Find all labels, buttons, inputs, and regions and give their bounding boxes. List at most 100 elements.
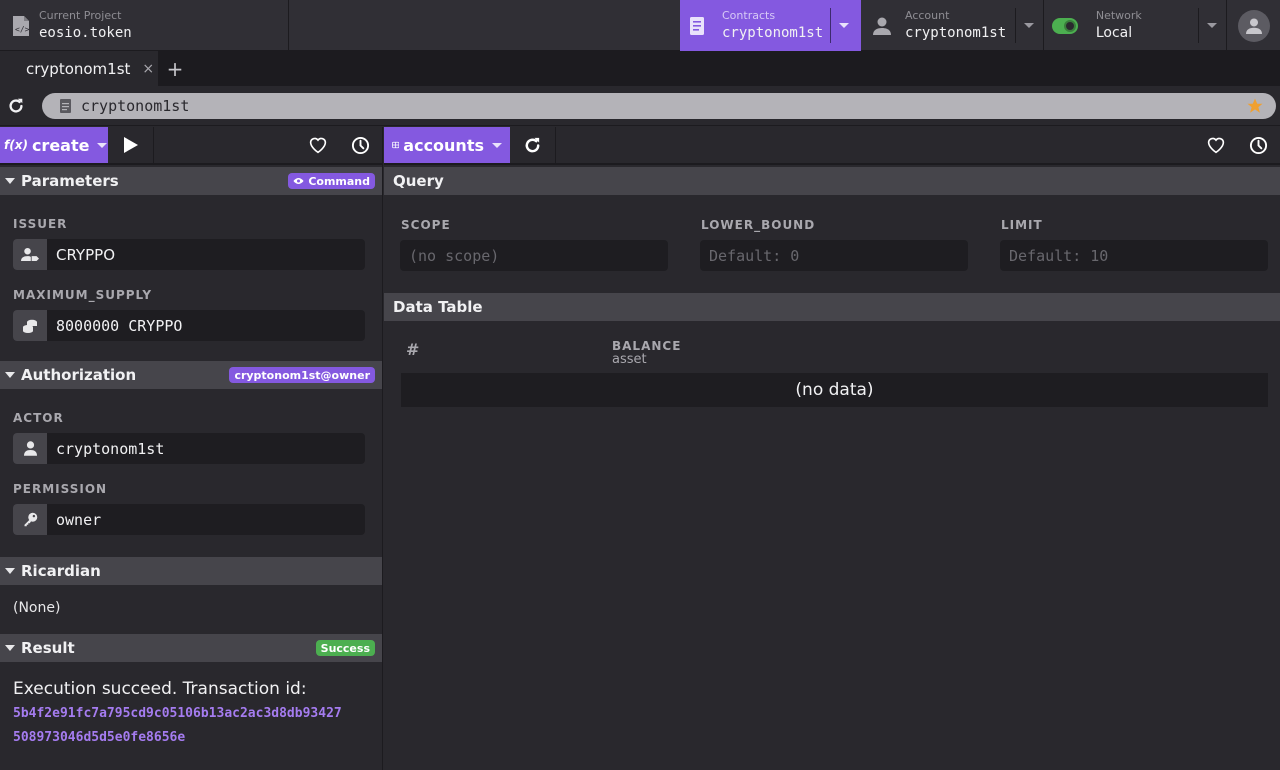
command-badge-label: Command: [308, 174, 370, 188]
add-tab-button[interactable]: +: [158, 51, 192, 86]
favorite-button[interactable]: [1194, 127, 1237, 163]
limit-label: LIMIT: [1001, 218, 1043, 232]
user-icon: [865, 17, 899, 35]
network-label: Network: [1095, 9, 1142, 22]
data-table: # BALANCE asset (no data): [384, 321, 1280, 421]
key-icon: [13, 504, 47, 535]
heart-icon: [309, 137, 326, 154]
query-section-header: Query: [384, 167, 1280, 195]
authorization-title: Authorization: [21, 366, 137, 384]
function-icon: f(x): [4, 138, 28, 152]
contracts-selector[interactable]: Contracts cryptonom1st: [680, 0, 861, 51]
action-panel: f(x) create Parameters Command ISSUER CR…: [0, 127, 383, 770]
query-title: Query: [393, 172, 444, 190]
data-table-title: Data Table: [393, 298, 483, 316]
account-label: Account: [905, 9, 950, 22]
permission-value: owner: [56, 510, 102, 529]
ricardian-title: Ricardian: [21, 562, 101, 580]
maximum-supply-field[interactable]: 8000000 CRYPPO: [13, 310, 365, 341]
parameters-title: Parameters: [21, 172, 119, 190]
command-badge[interactable]: Command: [288, 173, 375, 189]
user-tag-icon: [13, 239, 47, 270]
network-value: Local: [1095, 25, 1133, 41]
result-section-header[interactable]: Result Success: [0, 634, 382, 662]
favorite-button[interactable]: [296, 127, 339, 163]
maximum-supply-value: 8000000 CRYPPO: [56, 316, 183, 335]
action-selector[interactable]: f(x) create: [0, 127, 108, 163]
no-data-text: (no data): [795, 380, 874, 400]
current-project-label: Current Project: [39, 9, 122, 22]
collapse-caret-icon: [5, 372, 15, 378]
ricardian-section-header[interactable]: Ricardian: [0, 557, 382, 585]
lower-bound-label: LOWER_BOUND: [701, 218, 816, 232]
history-button[interactable]: [339, 127, 382, 163]
chevron-down-icon: [1207, 23, 1218, 28]
action-name: create: [31, 135, 90, 155]
svg-text:</>: </>: [15, 25, 30, 34]
run-button[interactable]: [108, 127, 154, 163]
column-header-balance[interactable]: BALANCE asset: [612, 339, 681, 367]
issuer-value: CRYPPO: [56, 245, 115, 264]
document-icon: [60, 98, 71, 113]
code-file-icon: </>: [8, 15, 34, 37]
current-project[interactable]: </> Current Project eosio.token: [0, 0, 289, 51]
account-value: cryptonom1st: [905, 25, 1007, 41]
bookmark-star-icon[interactable]: [1246, 97, 1264, 119]
toggle-knob: [1063, 19, 1076, 32]
network-toggle[interactable]: [1052, 17, 1078, 34]
account-dropdown-button[interactable]: [1015, 0, 1043, 51]
contracts-dropdown-button[interactable]: [830, 0, 858, 51]
table-selector[interactable]: accounts: [384, 127, 510, 163]
permission-field[interactable]: owner: [13, 504, 365, 535]
coins-icon: [13, 310, 47, 341]
chevron-down-icon: [97, 142, 108, 148]
play-icon: [123, 137, 138, 153]
refresh-button[interactable]: [510, 127, 556, 163]
avatar-user-icon: [1245, 17, 1262, 34]
issuer-field[interactable]: CRYPPO: [13, 239, 365, 270]
table-name: accounts: [403, 135, 484, 155]
transaction-id-line-2[interactable]: 508973046d5d5e0fe8656e: [13, 730, 382, 745]
balance-column-type: asset: [612, 352, 647, 367]
contracts-value: cryptonom1st: [722, 25, 824, 41]
eye-icon: [293, 178, 304, 184]
scope-input[interactable]: [400, 240, 668, 271]
authorization-section-header[interactable]: Authorization cryptonom1st@owner: [0, 361, 382, 389]
user-avatar[interactable]: [1237, 9, 1270, 42]
table-icon: [392, 141, 400, 149]
permission-label: PERMISSION: [13, 482, 108, 496]
network-dropdown-button[interactable]: [1198, 0, 1226, 51]
query-form: SCOPE LOWER_BOUND LIMIT: [384, 195, 1280, 293]
reload-button[interactable]: [0, 97, 32, 115]
actor-value: cryptonom1st: [56, 439, 165, 458]
transaction-id-line-1[interactable]: 5b4f2e91fc7a795cd9c05106b13ac2ac3d8db934…: [13, 706, 382, 721]
clock-icon: [351, 136, 370, 154]
actor-label: ACTOR: [13, 411, 64, 425]
chevron-down-icon: [839, 23, 849, 28]
actor-field[interactable]: cryptonom1st: [13, 433, 365, 464]
network-selector[interactable]: Network Local: [1044, 0, 1227, 51]
lower-bound-input[interactable]: [700, 240, 968, 271]
current-project-value: eosio.token: [39, 25, 132, 41]
tab-label: cryptonom1st: [26, 59, 131, 78]
ricardian-content: (None): [13, 600, 61, 616]
address-field[interactable]: cryptonom1st: [42, 92, 1276, 119]
tab-cryptonom1st[interactable]: cryptonom1st ×: [0, 51, 158, 86]
column-header-index[interactable]: #: [406, 340, 419, 359]
empty-row: (no data): [401, 373, 1268, 407]
user-icon: [13, 433, 47, 464]
parameters-section-header[interactable]: Parameters Command: [0, 167, 382, 195]
account-selector[interactable]: Account cryptonom1st: [861, 0, 1044, 51]
table-toolbar: accounts: [384, 127, 1280, 165]
chevron-down-icon: [1024, 23, 1034, 28]
contract-document-icon: [680, 16, 714, 35]
clock-icon: [1249, 136, 1268, 154]
collapse-caret-icon: [5, 178, 15, 184]
history-button[interactable]: [1237, 127, 1280, 163]
chevron-down-icon: [492, 142, 502, 148]
tab-bar: cryptonom1st × +: [0, 51, 1280, 86]
limit-input[interactable]: [1000, 240, 1268, 271]
reload-icon: [9, 98, 23, 112]
close-icon[interactable]: ×: [142, 61, 154, 77]
issuer-label: ISSUER: [13, 217, 68, 231]
